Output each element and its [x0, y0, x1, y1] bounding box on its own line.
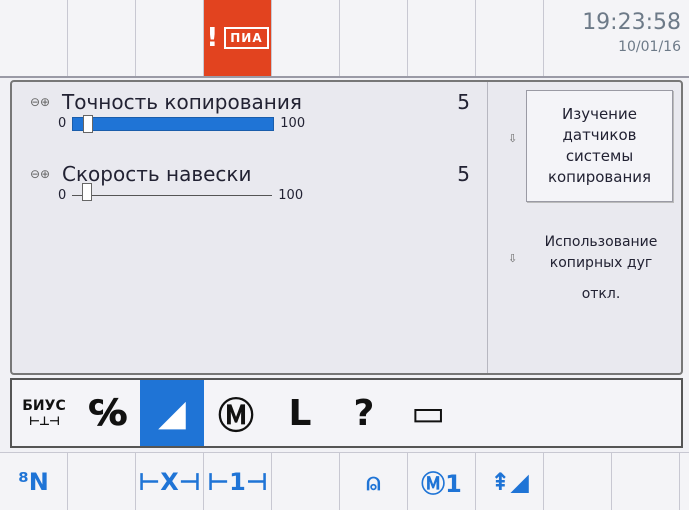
parameters-panel: ⊖⊕ Точность копирования 5 0 100 ⊖⊕ Скоро…	[12, 82, 488, 373]
param-value: 5	[457, 162, 470, 186]
status-slot	[408, 0, 476, 76]
param-copy-accuracy[interactable]: ⊖⊕ Точность копирования 5 0 100	[30, 90, 470, 133]
mode-display[interactable]: ▭	[396, 380, 460, 446]
pointer-icon: ⇩	[508, 252, 518, 265]
slider-track[interactable]	[72, 114, 275, 133]
study-sensors-button[interactable]: Изучение датчиков системы копирования	[526, 90, 673, 202]
pointer-icon: ⇩	[508, 132, 518, 145]
slider-max: 100	[280, 116, 306, 131]
l-angle-icon: L	[288, 392, 312, 434]
mode-tractor-settings[interactable]: ℅	[76, 380, 140, 446]
mode-help[interactable]: ?	[332, 380, 396, 446]
slider-min: 0	[58, 188, 67, 203]
biuc-balance-icon: ⊢⊥⊣	[29, 414, 60, 428]
slider-track[interactable]	[72, 183, 273, 201]
hitch-speed-slider[interactable]: 0 100	[58, 183, 470, 203]
alert-chip: ПИА	[224, 27, 269, 49]
warning-exclamation-icon: !	[206, 23, 219, 53]
help-pages-icon: ?	[353, 392, 375, 434]
param-name: Скорость навески	[62, 162, 252, 186]
hitch-slope-icon: ◢	[158, 392, 186, 434]
param-value: 5	[457, 90, 470, 114]
softkey-neutral[interactable]: ⁸N	[0, 453, 68, 510]
side-panel: ⇩ Изучение датчиков системы копирования …	[488, 82, 681, 373]
copy-arcs-label: Использование копирных дуг	[544, 234, 658, 271]
slider-min: 0	[58, 116, 67, 131]
softkey-empty[interactable]	[68, 453, 136, 510]
status-slot	[0, 0, 68, 76]
slider-handle[interactable]	[83, 114, 94, 133]
mode-hitch-slope[interactable]: ◢	[140, 380, 204, 446]
copy-accuracy-slider[interactable]: 0 100	[58, 114, 470, 133]
mode-m-arc[interactable]: Ⓜ	[204, 380, 268, 446]
alert-indicator[interactable]: ! ПИА	[204, 0, 272, 76]
softkey-slope-raise[interactable]: ⇞◢	[476, 453, 544, 510]
status-slot	[476, 0, 544, 76]
copy-arcs-setting[interactable]: Использование копирных дуг откл.	[526, 232, 676, 305]
adjust-dots-icon: ⊖⊕	[30, 95, 51, 109]
clock-date: 10/01/16	[618, 39, 681, 55]
softkey-x-limit[interactable]: ⊢X⊣	[136, 453, 204, 510]
status-slot	[68, 0, 136, 76]
display-screen-icon: ▭	[410, 392, 445, 434]
biuc-label: БИУС	[22, 398, 66, 414]
status-slot	[136, 0, 204, 76]
tractor-settings-icon: ℅	[88, 392, 128, 434]
clock-time: 19:23:58	[582, 10, 681, 35]
screen: ! ПИА 19:23:58 10/01/16 ⊖⊕ Точность копи…	[0, 0, 689, 510]
mode-l-angle[interactable]: L	[268, 380, 332, 446]
m-arc-icon: Ⓜ	[217, 396, 254, 437]
param-hitch-speed[interactable]: ⊖⊕ Скорость навески 5 0 100	[30, 162, 470, 203]
slider-max: 100	[278, 188, 304, 203]
mode-toolbar: БИУС ⊢⊥⊣ ℅ ◢ Ⓜ L ? ▭	[10, 378, 683, 448]
slider-handle[interactable]	[82, 183, 93, 201]
status-bar: ! ПИА 19:23:58 10/01/16	[0, 0, 689, 78]
copy-arcs-state: откл.	[581, 286, 621, 302]
clock: 19:23:58 10/01/16	[544, 0, 689, 76]
softkey-empty[interactable]	[544, 453, 612, 510]
softkey-m1[interactable]: Ⓜ1	[408, 453, 476, 510]
mode-biuc[interactable]: БИУС ⊢⊥⊣	[12, 380, 76, 446]
status-slot	[272, 0, 340, 76]
softkey-empty[interactable]	[272, 453, 340, 510]
main-panel: ⊖⊕ Точность копирования 5 0 100 ⊖⊕ Скоро…	[10, 80, 683, 375]
status-slot	[340, 0, 408, 76]
softkey-hitch-lower[interactable]: ⍝	[340, 453, 408, 510]
adjust-dots-icon: ⊖⊕	[30, 167, 51, 181]
softkey-1-limit[interactable]: ⊢1⊣	[204, 453, 272, 510]
param-name: Точность копирования	[62, 90, 302, 114]
softkey-empty[interactable]	[612, 453, 680, 510]
softkey-bar: ⁸N ⊢X⊣ ⊢1⊣ ⍝ Ⓜ1 ⇞◢	[0, 452, 689, 510]
